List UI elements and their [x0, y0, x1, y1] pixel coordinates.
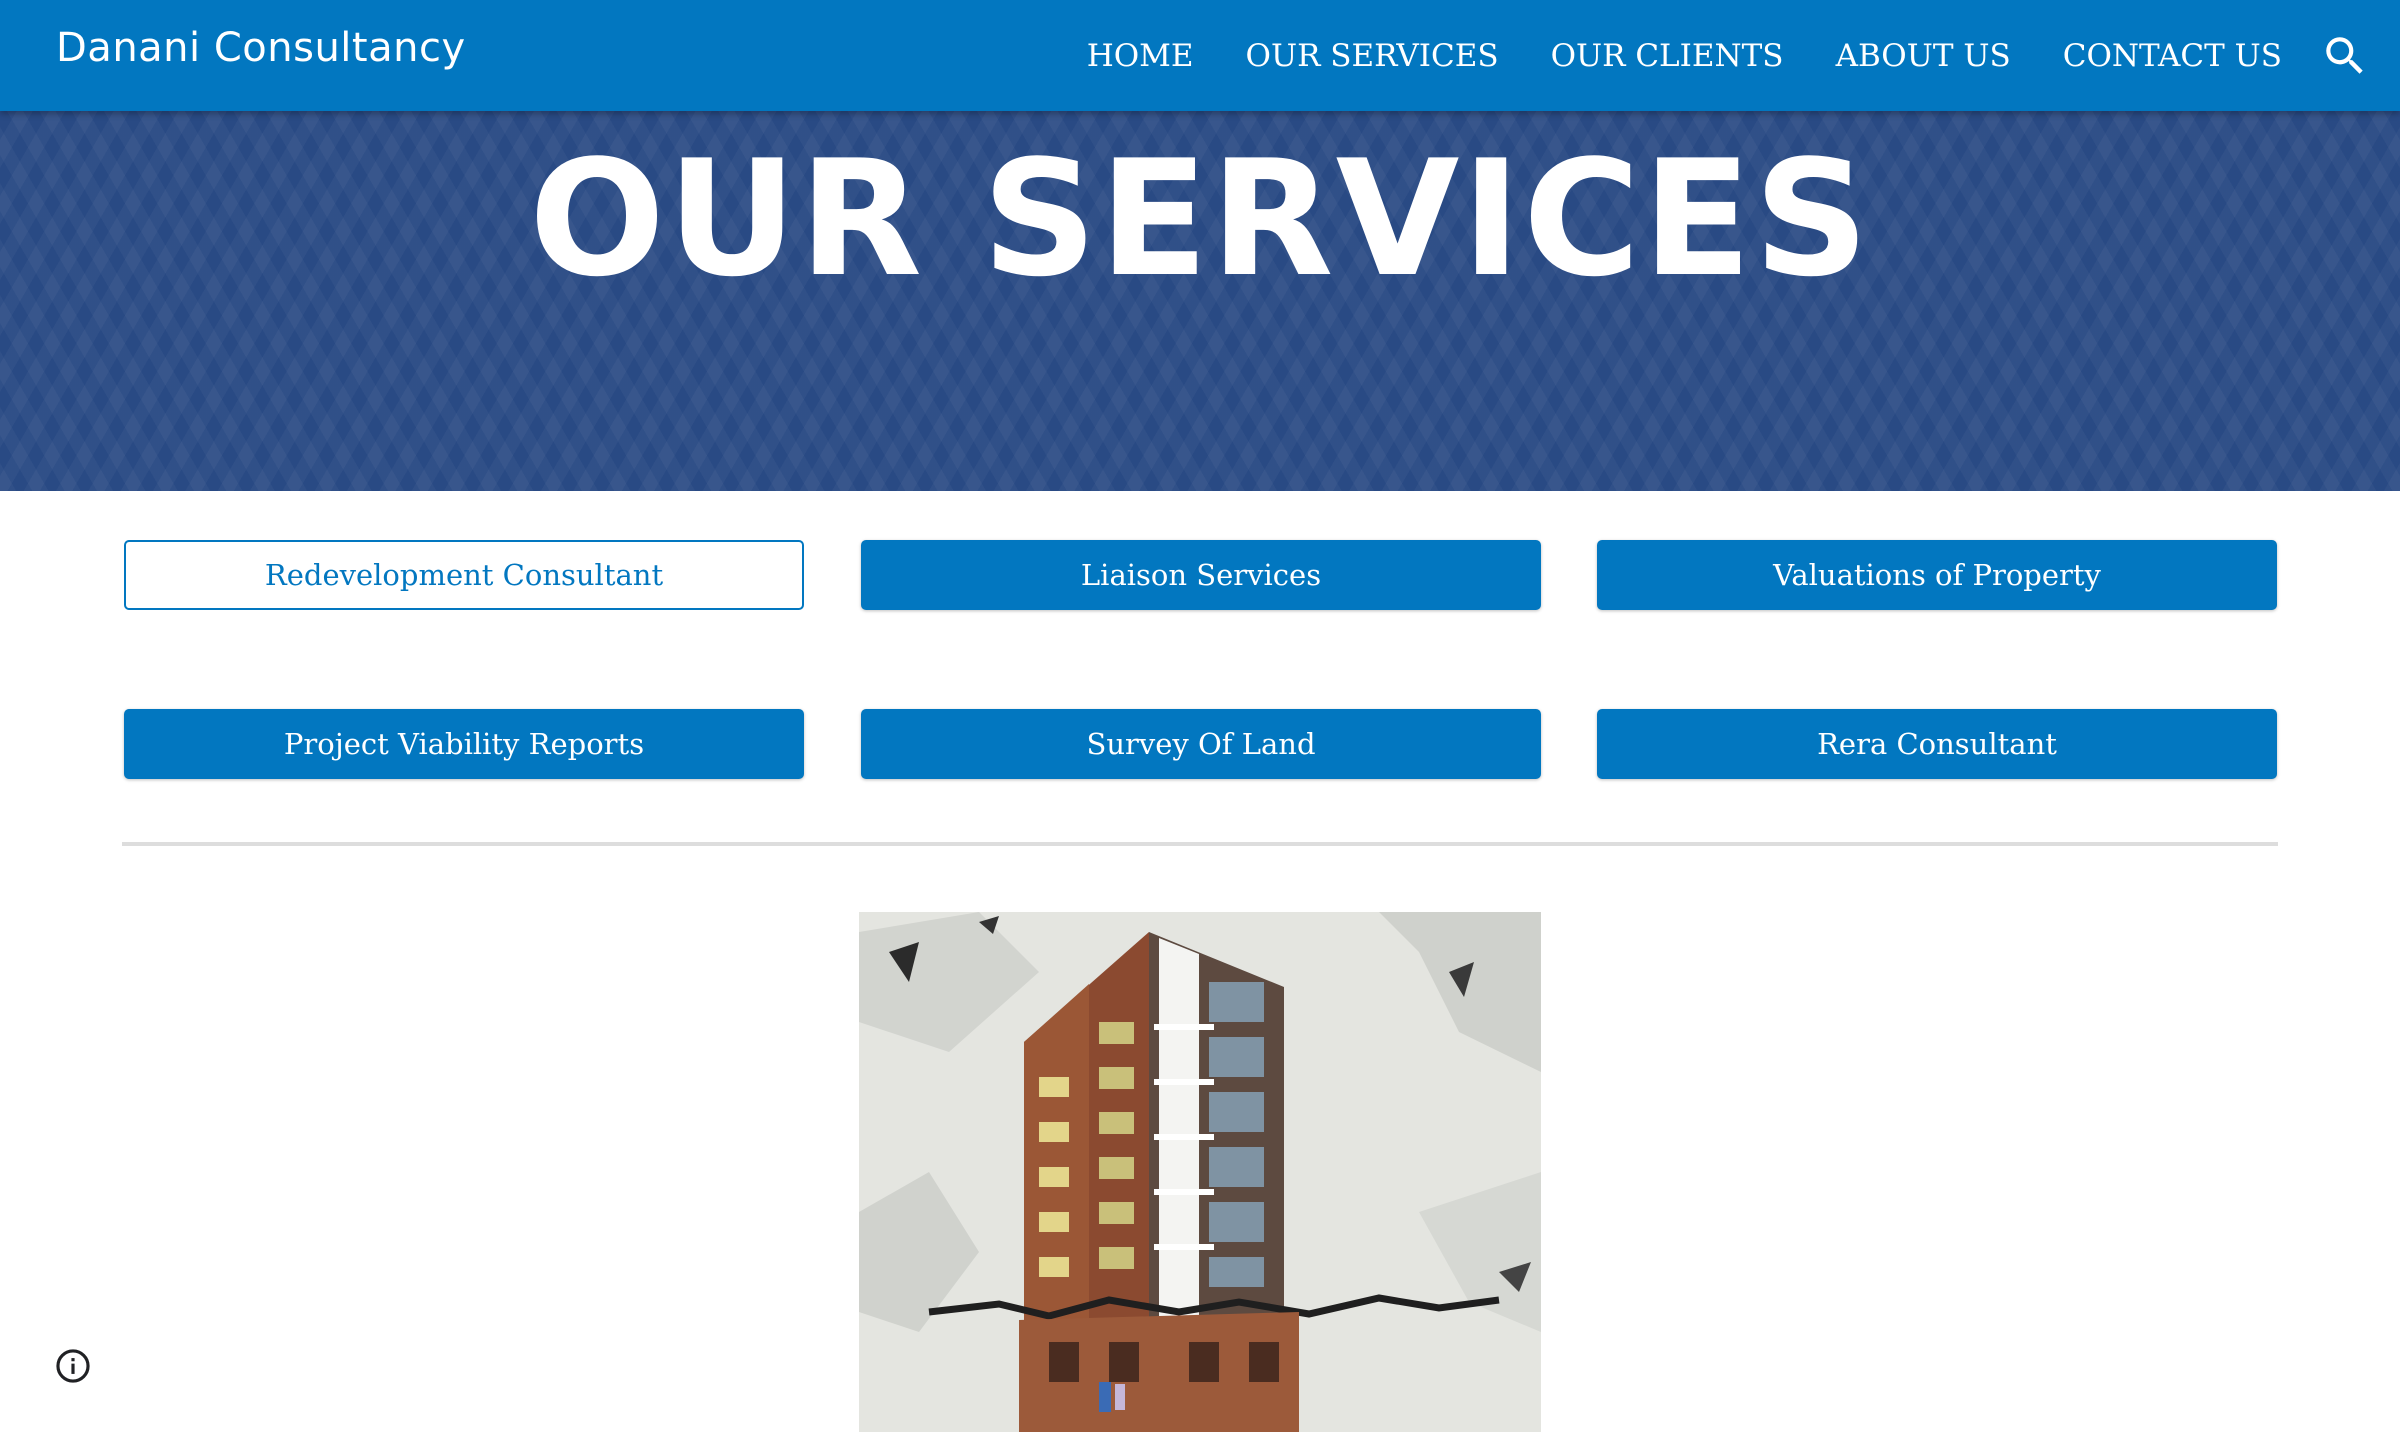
nav-link-our-clients[interactable]: OUR CLIENTS — [1551, 38, 1784, 74]
nav-link-contact-us[interactable]: CONTACT US — [2063, 38, 2282, 74]
service-button-survey-of-land[interactable]: Survey Of Land — [861, 709, 1541, 779]
nav-link-about-us[interactable]: ABOUT US — [1836, 38, 2011, 74]
main-navigation: HOME OUR SERVICES OUR CLIENTS ABOUT US C… — [1087, 0, 2282, 111]
building-illustration — [859, 912, 1541, 1432]
nav-link-home[interactable]: HOME — [1087, 38, 1194, 74]
page-title: OUR SERVICES — [529, 125, 1871, 312]
search-button[interactable] — [2320, 31, 2370, 81]
site-title[interactable]: Danani Consultancy — [56, 25, 466, 71]
building-image — [859, 912, 1541, 1432]
horizontal-divider — [122, 842, 2278, 846]
site-info-button[interactable] — [54, 1347, 92, 1385]
service-button-rera-consultant[interactable]: Rera Consultant — [1597, 709, 2277, 779]
search-icon — [2326, 37, 2363, 74]
service-button-project-viability-reports[interactable]: Project Viability Reports — [124, 709, 804, 779]
hero-banner: OUR SERVICES — [0, 111, 2400, 491]
service-button-liaison-services[interactable]: Liaison Services — [861, 540, 1541, 610]
top-app-bar: Danani Consultancy HOME OUR SERVICES OUR… — [0, 0, 2400, 111]
service-button-valuations-of-property[interactable]: Valuations of Property — [1597, 540, 2277, 610]
info-icon — [56, 1349, 90, 1383]
service-button-redevelopment-consultant[interactable]: Redevelopment Consultant — [124, 540, 804, 610]
nav-link-our-services[interactable]: OUR SERVICES — [1246, 38, 1499, 74]
